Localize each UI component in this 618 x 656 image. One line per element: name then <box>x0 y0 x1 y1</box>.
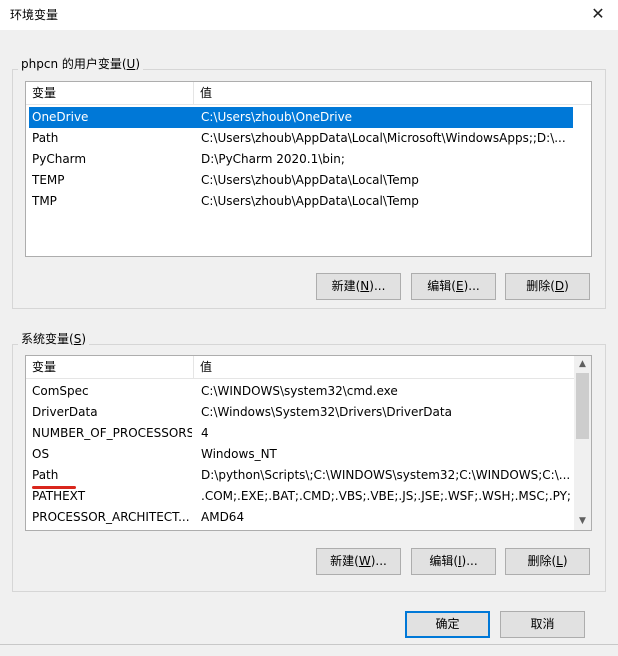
var-name: Path <box>32 131 59 145</box>
var-value: C:\Users\zhoub\AppData\Local\Temp <box>201 173 419 187</box>
var-value: AMD64 <box>201 510 245 524</box>
column-header-value[interactable]: 值 <box>194 356 574 378</box>
window-border <box>0 644 618 645</box>
var-name: PATHEXT <box>32 489 86 503</box>
var-name: TMP <box>32 194 57 208</box>
list-item[interactable]: NUMBER_OF_PROCESSORS 4 <box>26 423 574 444</box>
user-vars-list[interactable]: 变量 值 OneDrive C:\Users\zhoub\OneDrive Pa… <box>25 81 592 257</box>
system-vars-label: 系统变量(S) <box>18 330 89 347</box>
system-delete-button[interactable]: 删除(L) <box>505 548 590 575</box>
var-value: .COM;.EXE;.BAT;.CMD;.VBS;.VBE;.JS;.JSE;.… <box>201 489 570 503</box>
var-value: C:\Windows\System32\Drivers\DriverData <box>201 405 452 419</box>
list-item[interactable]: TEMP C:\Users\zhoub\AppData\Local\Temp <box>26 170 591 191</box>
var-name: PROCESSOR_ARCHITECT... <box>32 510 190 524</box>
close-icon[interactable]: ✕ <box>586 3 610 25</box>
list-item[interactable]: PROCESSOR_ARCHITECT... AMD64 <box>26 507 574 528</box>
list-item[interactable]: Path D:\python\Scripts\;C:\WINDOWS\syste… <box>26 465 574 486</box>
var-value: C:\Users\zhoub\AppData\Local\Microsoft\W… <box>201 131 566 145</box>
window-title: 环境变量 <box>10 8 59 22</box>
user-delete-button[interactable]: 删除(D) <box>505 273 590 300</box>
cancel-button[interactable]: 取消 <box>500 611 585 638</box>
scroll-down-icon[interactable]: ▼ <box>574 513 591 530</box>
list-item-selected[interactable]: OneDrive C:\Users\zhoub\OneDrive <box>29 107 573 128</box>
var-value: C:\WINDOWS\system32\cmd.exe <box>201 384 398 398</box>
scroll-up-icon[interactable]: ▲ <box>574 356 591 373</box>
list-item[interactable]: ComSpec C:\WINDOWS\system32\cmd.exe <box>26 381 574 402</box>
system-edit-button[interactable]: 编辑(I)... <box>411 548 496 575</box>
system-new-button[interactable]: 新建(W)... <box>316 548 401 575</box>
user-edit-button[interactable]: 编辑(E)... <box>411 273 496 300</box>
var-name: PyCharm <box>32 152 87 166</box>
annotation-underline <box>32 486 76 489</box>
user-new-button[interactable]: 新建(N)... <box>316 273 401 300</box>
list-item[interactable]: Path C:\Users\zhoub\AppData\Local\Micros… <box>26 128 591 149</box>
list-header: 变量 值 <box>26 82 591 105</box>
system-vars-list[interactable]: 变量 值 ComSpec C:\WINDOWS\system32\cmd.exe… <box>25 355 592 531</box>
column-header-name[interactable]: 变量 <box>26 356 194 378</box>
var-name: DriverData <box>32 405 98 419</box>
ok-button[interactable]: 确定 <box>405 611 490 638</box>
list-item[interactable]: PATHEXT .COM;.EXE;.BAT;.CMD;.VBS;.VBE;.J… <box>26 486 574 507</box>
scroll-thumb[interactable] <box>576 373 589 439</box>
var-value: D:\PyCharm 2020.1\bin; <box>201 152 345 166</box>
var-value: D:\python\Scripts\;C:\WINDOWS\system32;C… <box>201 468 570 482</box>
var-value: C:\Users\zhoub\AppData\Local\Temp <box>201 194 419 208</box>
var-name: OneDrive <box>32 110 89 124</box>
list-item[interactable]: DriverData C:\Windows\System32\Drivers\D… <box>26 402 574 423</box>
var-value: C:\Users\zhoub\OneDrive <box>201 110 353 124</box>
var-name: ComSpec <box>32 384 89 398</box>
list-item[interactable]: PyCharm D:\PyCharm 2020.1\bin; <box>26 149 591 170</box>
var-value: Windows_NT <box>201 447 277 461</box>
list-item[interactable]: OS Windows_NT <box>26 444 574 465</box>
var-name: Path <box>32 468 59 482</box>
var-value: 4 <box>201 426 209 440</box>
var-name: NUMBER_OF_PROCESSORS <box>32 426 192 440</box>
list-item[interactable]: TMP C:\Users\zhoub\AppData\Local\Temp <box>26 191 591 212</box>
user-vars-label: phpcn 的用户变量(U) <box>18 55 144 72</box>
vertical-scrollbar[interactable]: ▲ ▼ <box>574 356 591 530</box>
column-header-name[interactable]: 变量 <box>26 82 194 104</box>
var-name: TEMP <box>32 173 65 187</box>
list-header: 变量 值 <box>26 356 574 379</box>
column-header-value[interactable]: 值 <box>194 82 591 104</box>
title-bar: 环境变量 ✕ <box>0 0 618 30</box>
var-name: OS <box>32 447 50 461</box>
